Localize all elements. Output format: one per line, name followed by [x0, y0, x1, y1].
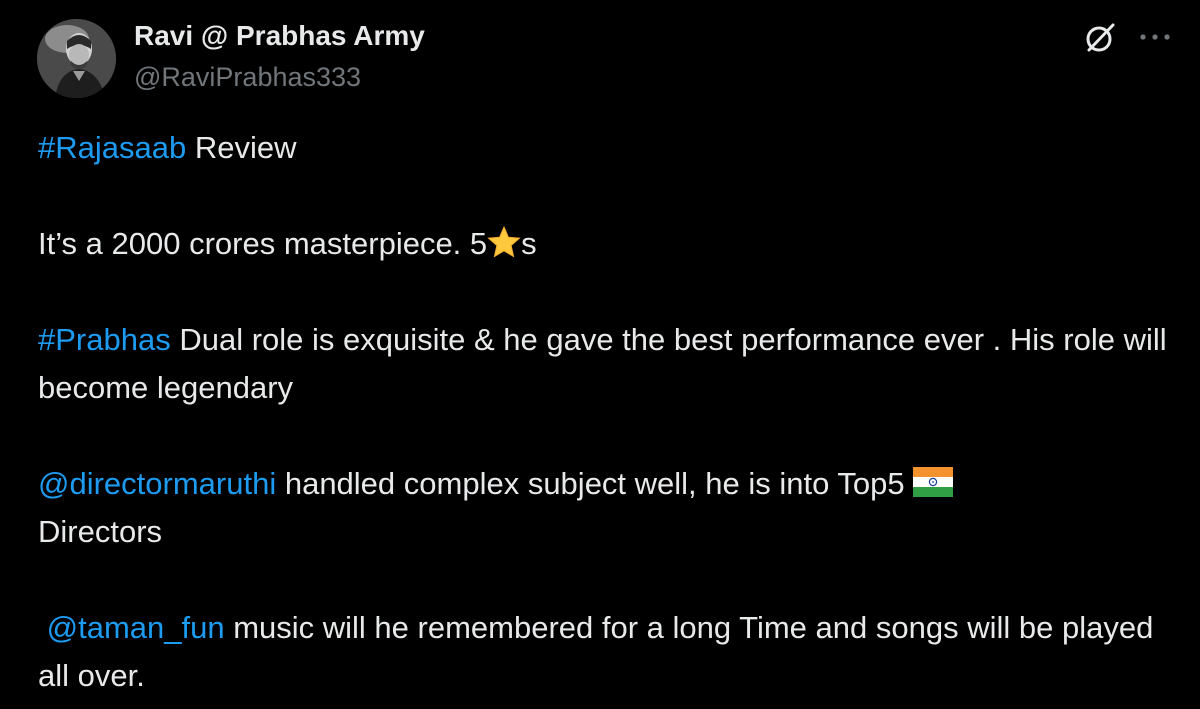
tweet-text-segment: Directors: [38, 514, 163, 549]
india-flag-emoji-icon: [912, 463, 953, 497]
tweet-text-segment: Dual role is exquisite & he gave the bes…: [38, 322, 1176, 405]
author-handle[interactable]: @RaviPrabhas333: [134, 60, 361, 94]
tweet: Ravi @ Prabhas Army @RaviPrabhas333 #Raj…: [0, 0, 1200, 709]
tweet-text-segment: s: [521, 226, 537, 261]
tweet-text-segment: [38, 610, 47, 645]
tweet-paragraph: #Rajasaab Review: [38, 124, 1188, 172]
tweet-text-segment: handled complex subject well, he is into…: [276, 466, 905, 501]
author-display-name[interactable]: Ravi @ Prabhas Army: [134, 19, 425, 53]
tweet-text-segment: Review: [186, 130, 297, 165]
grok-icon[interactable]: [1083, 21, 1117, 55]
tweet-paragraph: It’s a 2000 crores masterpiece. 5 s: [38, 220, 1188, 268]
mention-taman-fun[interactable]: @taman_fun: [47, 610, 225, 645]
avatar[interactable]: [37, 19, 116, 98]
more-options-icon[interactable]: [1138, 24, 1172, 50]
star-emoji-icon: [487, 225, 521, 259]
hashtag-prabhas[interactable]: #Prabhas: [38, 322, 171, 357]
tweet-text-segment: It’s a 2000 crores masterpiece. 5: [38, 226, 488, 261]
tweet-paragraph: #Prabhas Dual role is exquisite & he gav…: [38, 316, 1188, 412]
avatar-image: [37, 19, 116, 98]
tweet-paragraph: @taman_fun music will he remembered for …: [38, 604, 1188, 700]
tweet-text: #Rajasaab Review It’s a 2000 crores mast…: [38, 124, 1188, 700]
tweet-paragraph: @directormaruthi handled complex subject…: [38, 460, 1188, 556]
mention-directormaruthi[interactable]: @directormaruthi: [38, 466, 276, 501]
hashtag-rajasaab[interactable]: #Rajasaab: [38, 130, 186, 165]
